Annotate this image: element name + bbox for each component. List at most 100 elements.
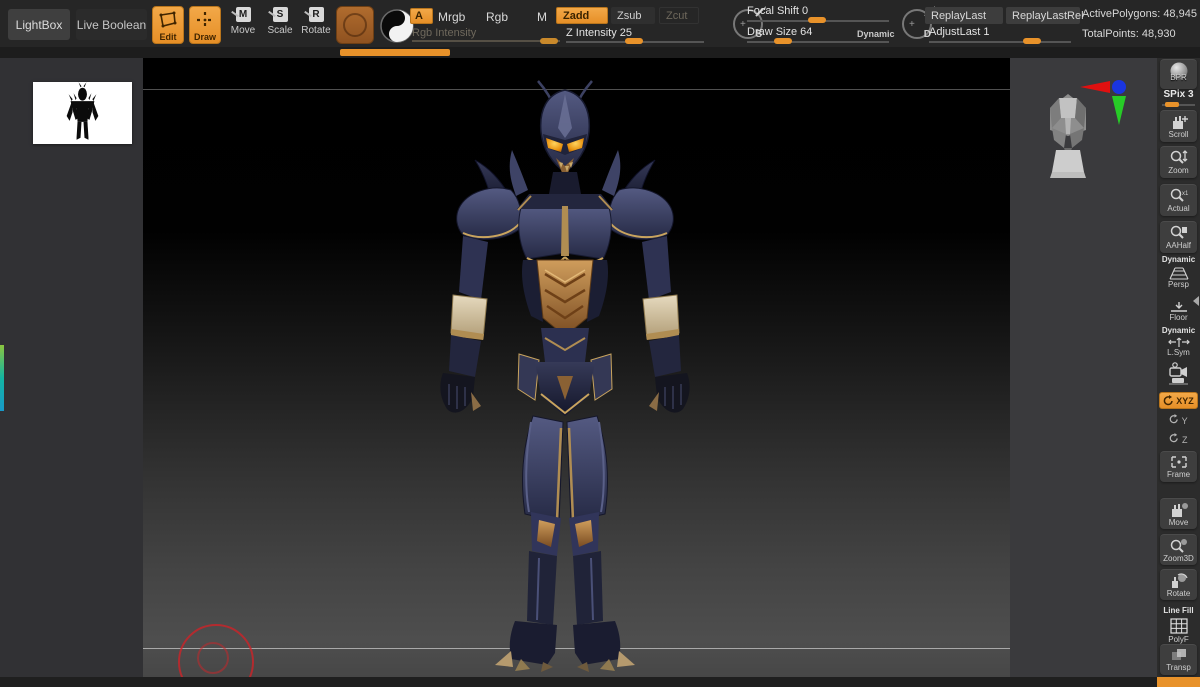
rotate-letter-icon: R xyxy=(309,7,324,22)
y-rotation-button[interactable]: Y xyxy=(1157,414,1200,426)
zsub-button[interactable]: Zsub xyxy=(611,7,655,24)
shelf-scroll-arrow-icon[interactable] xyxy=(1193,296,1199,306)
shelf-bottom-accent xyxy=(1157,677,1200,687)
rotate-z-icon xyxy=(1169,433,1179,443)
magnifier-actual-icon: x1 xyxy=(1169,187,1189,204)
magnifier-aahalf-icon xyxy=(1169,224,1189,241)
camera-button[interactable] xyxy=(1157,359,1200,387)
rgb-button[interactable]: Rgb xyxy=(486,10,508,24)
transp-label: Transp xyxy=(1160,663,1197,672)
move-3d-label: Move xyxy=(1160,518,1197,527)
zoom3d-label: Zoom3D xyxy=(1160,554,1197,563)
adjust-last-slider[interactable] xyxy=(929,41,1071,43)
frame-icon xyxy=(1169,454,1189,470)
rotate-3d-button[interactable]: Rotate xyxy=(1160,569,1197,600)
xyz-label: XYZ xyxy=(1176,396,1194,406)
hand-rotate-icon xyxy=(1169,572,1189,589)
scroll-button[interactable]: Scroll xyxy=(1160,110,1197,142)
xyz-rotation-button[interactable]: XYZ xyxy=(1159,392,1198,409)
rotate-button[interactable]: R Rotate xyxy=(299,7,333,45)
axis-y-arrow xyxy=(1112,96,1126,125)
zadd-button[interactable]: Zadd xyxy=(556,7,608,24)
spix-slider-group: SPix 3 xyxy=(1157,90,1200,99)
actual-x1-text: x1 xyxy=(1182,191,1189,197)
edit-label: Edit xyxy=(153,32,183,42)
move-letter-icon: M xyxy=(236,7,251,22)
color-picker-strip[interactable] xyxy=(0,345,4,411)
z-intensity-label: Z Intensity 25 xyxy=(566,27,632,39)
mrgb-button[interactable]: Mrgb xyxy=(438,10,465,24)
draw-size-handle[interactable] xyxy=(774,38,792,44)
lightbox-thumbnail[interactable] xyxy=(33,82,132,144)
spix-handle[interactable] xyxy=(1165,102,1179,107)
lsym-group[interactable]: Dynamic L.Sym xyxy=(1157,326,1200,357)
camera-lock-icon xyxy=(1166,361,1192,387)
rgb-intensity-label: Rgb Intensity xyxy=(412,27,476,39)
zoom3d-button[interactable]: Zoom3D xyxy=(1160,534,1197,565)
z-rotation-button[interactable]: Z xyxy=(1157,433,1200,445)
zcut-label: Zcut xyxy=(666,10,687,22)
replay-last-button[interactable]: ReplayLast xyxy=(925,7,1003,24)
polyhead-icon xyxy=(1050,94,1086,178)
actual-label: Actual xyxy=(1160,204,1197,213)
draw-size-label: Draw Size 64 xyxy=(747,26,812,38)
left-document-area xyxy=(0,58,143,677)
move-3d-button[interactable]: Move xyxy=(1160,498,1197,529)
a-button[interactable]: A xyxy=(410,8,433,24)
local-symmetry-icon xyxy=(1167,337,1191,348)
m-button[interactable]: M xyxy=(537,10,547,24)
frame-button[interactable]: Frame xyxy=(1160,451,1197,482)
draw-size-slider[interactable] xyxy=(747,41,889,43)
scale-button[interactable]: S Scale xyxy=(263,7,297,45)
draw-label: Draw xyxy=(190,32,220,42)
lightbox-button[interactable]: LightBox xyxy=(8,9,70,40)
scale-label: Scale xyxy=(263,25,297,36)
character-silhouette-icon xyxy=(33,82,132,144)
brush-cursor-inner xyxy=(197,642,229,674)
hand-scroll-icon xyxy=(1169,113,1189,130)
a-label: A xyxy=(415,10,423,22)
draw-size-dynamic-label: Dynamic xyxy=(857,29,895,39)
aahalf-label: AAHalf xyxy=(1160,241,1197,250)
zcut-button[interactable]: Zcut xyxy=(659,7,699,24)
rotate-y-icon xyxy=(1169,414,1179,424)
y-rotation-label: Y xyxy=(1182,416,1188,426)
divider-drag-handle[interactable] xyxy=(340,49,450,56)
rgb-intensity-slider[interactable] xyxy=(412,40,560,42)
draw-button[interactable]: Draw xyxy=(189,6,221,44)
rotate-3d-label: Rotate xyxy=(1160,589,1197,598)
current-brush-button[interactable] xyxy=(336,6,374,44)
bpr-button[interactable]: BPR xyxy=(1160,59,1197,89)
replay-last-rel-button[interactable]: ReplayLastRel xyxy=(1006,7,1080,24)
rotate-arrow-icon xyxy=(1163,395,1174,406)
brush-circle-icon xyxy=(343,13,367,37)
z-intensity-handle[interactable] xyxy=(625,38,643,44)
live-boolean-label: Live Boolean xyxy=(77,18,146,32)
transp-button[interactable]: Transp xyxy=(1160,644,1197,675)
spix-label: SPix 3 xyxy=(1157,90,1200,99)
zbrush-window: LightBox Live Boolean Edit Draw M Move xyxy=(0,0,1200,687)
floor-label: Floor xyxy=(1157,313,1200,322)
zadd-label: Zadd xyxy=(563,10,589,22)
zoom-button[interactable]: Zoom xyxy=(1160,146,1197,178)
persp-group[interactable]: Dynamic Persp xyxy=(1157,255,1200,289)
live-boolean-button[interactable]: Live Boolean xyxy=(76,9,147,40)
adjust-last-handle[interactable] xyxy=(1023,38,1041,44)
right-document-area xyxy=(1010,58,1157,677)
aahalf-button[interactable]: AAHalf xyxy=(1160,221,1197,253)
character-model[interactable] xyxy=(415,76,715,676)
move-button[interactable]: M Move xyxy=(226,7,260,45)
rgb-intensity-handle[interactable] xyxy=(540,38,558,44)
polyf-group[interactable]: Line Fill PolyF xyxy=(1157,606,1200,644)
camera-orientation-widget[interactable] xyxy=(1040,74,1136,184)
rotate-label: Rotate xyxy=(299,25,333,36)
magnifier-zoom-icon xyxy=(1169,149,1189,166)
actual-button[interactable]: x1 Actual xyxy=(1160,184,1197,216)
edit-button[interactable]: Edit xyxy=(152,6,184,44)
active-polygons-counter: ActivePolygons: 48,945 xyxy=(1082,8,1197,20)
move-label: Move xyxy=(226,25,260,36)
viewport-canvas[interactable] xyxy=(143,58,1010,677)
top-toolbar: LightBox Live Boolean Edit Draw M Move xyxy=(0,0,1200,47)
bottom-edge xyxy=(0,677,1157,687)
focal-shift-handle[interactable] xyxy=(808,17,826,23)
